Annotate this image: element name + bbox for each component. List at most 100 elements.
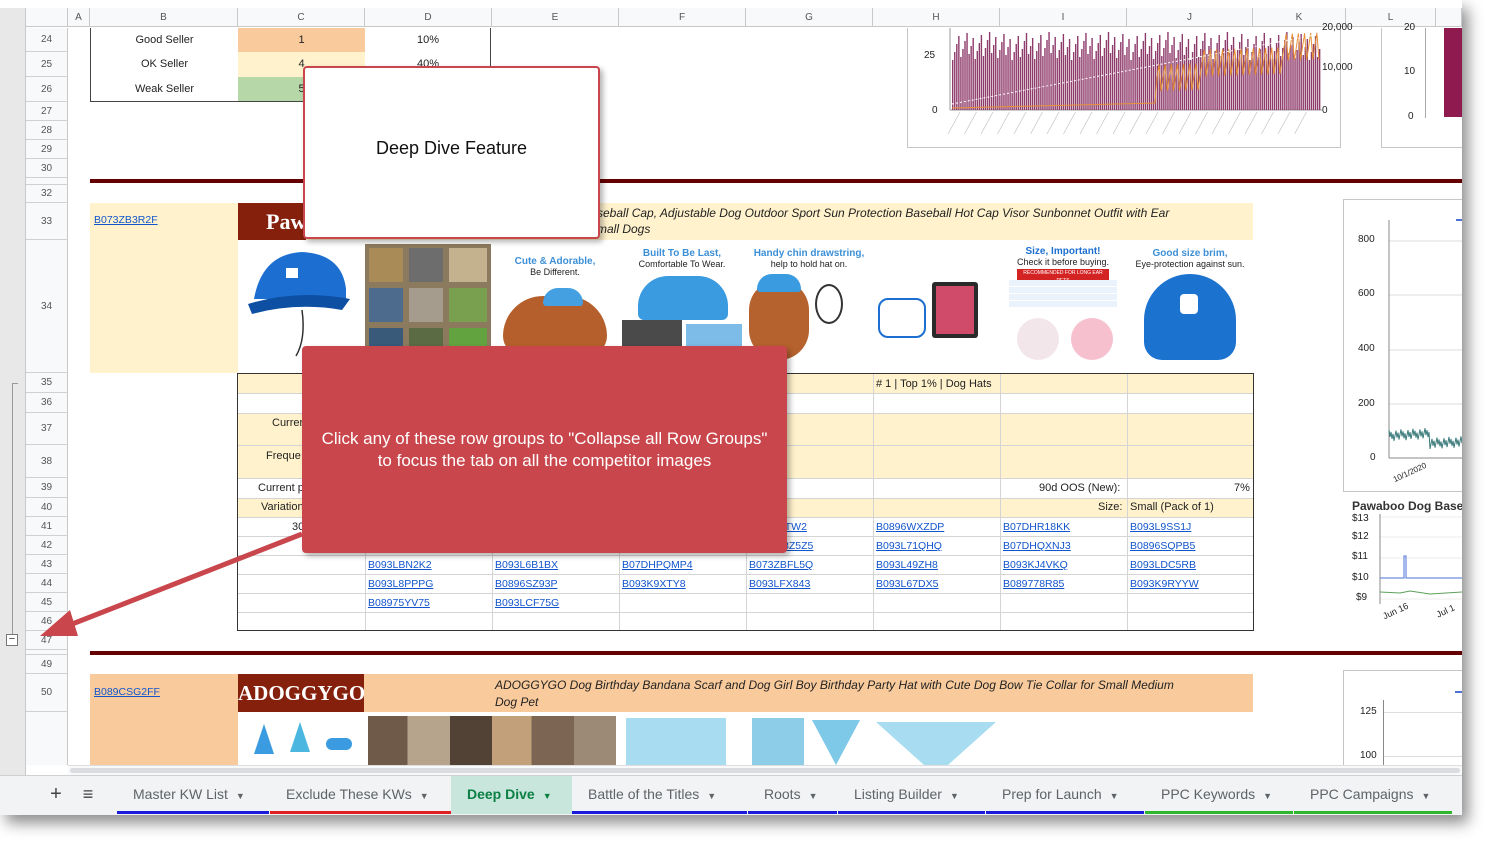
row-header[interactable]: 34 xyxy=(26,240,68,373)
dog-photos-image[interactable] xyxy=(368,716,616,765)
horizontal-scrollbar[interactable] xyxy=(68,765,1462,775)
tab-dropdown-icon[interactable]: ▼ xyxy=(236,791,245,801)
tab-dropdown-icon[interactable]: ▼ xyxy=(950,791,959,801)
row-header[interactable]: 49 xyxy=(26,655,68,674)
asin-link[interactable]: B093K9XTY8 xyxy=(622,578,686,590)
asin-cell-1[interactable] xyxy=(90,203,238,373)
birthday-banner-image[interactable] xyxy=(626,718,726,765)
select-all-corner[interactable] xyxy=(26,8,68,27)
row-header[interactable]: 43 xyxy=(26,555,68,574)
asin-link[interactable]: B093L49ZH8 xyxy=(876,559,938,571)
asin-link[interactable]: B093KJ4VKQ xyxy=(1003,559,1068,571)
row-header[interactable]: 37 xyxy=(26,413,68,445)
row-header[interactable]: 25 xyxy=(26,52,68,77)
row-header[interactable]: 28 xyxy=(26,121,68,140)
tab-exclude-kws[interactable]: Exclude These KWs ▼ xyxy=(270,776,451,814)
asin-link-1[interactable]: B073ZB3R2F xyxy=(94,214,158,226)
all-sheets-button[interactable]: ≡ xyxy=(76,782,100,808)
size-chart-image[interactable]: Size, Important! Check it before buying.… xyxy=(1003,244,1123,369)
row-header[interactable]: 41 xyxy=(26,517,68,536)
tab-dropdown-icon[interactable]: ▼ xyxy=(543,791,552,801)
asin-link[interactable]: B07DHPQMP4 xyxy=(622,559,693,571)
asin-link[interactable]: B07DHQXNJ3 xyxy=(1003,540,1071,552)
asin-link[interactable]: B089778R85 xyxy=(1003,578,1064,590)
size-value[interactable]: Small (Pack of 1) xyxy=(1130,501,1214,513)
row-header[interactable]: 26 xyxy=(26,77,68,102)
scrollbar-thumb[interactable] xyxy=(70,768,1460,773)
tab-dropdown-icon[interactable]: ▼ xyxy=(1110,791,1119,801)
row-header[interactable]: 45 xyxy=(26,593,68,612)
col-header-b[interactable]: B xyxy=(90,8,238,27)
row-header[interactable] xyxy=(26,712,68,765)
tab-dropdown-icon[interactable]: ▼ xyxy=(1422,791,1431,801)
asin-link-2[interactable]: B089CSG2FF xyxy=(94,686,160,698)
row-header[interactable]: 35 xyxy=(26,373,68,393)
asin-link[interactable]: B093L6B1BX xyxy=(495,559,558,571)
row-header[interactable]: 36 xyxy=(26,393,68,413)
tab-dropdown-icon[interactable]: ▼ xyxy=(809,791,818,801)
asin-link[interactable]: B0896SZ93P xyxy=(495,578,557,590)
collapse-row-group-button[interactable]: − xyxy=(6,634,18,646)
asin-link[interactable]: B093K9RYYW xyxy=(1130,578,1199,590)
tab-roots[interactable]: Roots ▼ xyxy=(748,776,837,814)
row-header[interactable]: 29 xyxy=(26,140,68,159)
tab-dropdown-icon[interactable]: ▼ xyxy=(707,791,716,801)
asin-link[interactable]: B07DHR18KK xyxy=(1003,521,1070,533)
row-header[interactable]: 50 xyxy=(26,674,68,712)
col-header-h[interactable]: H xyxy=(873,8,1000,27)
tab-ppc-keywords[interactable]: PPC Keywords ▼ xyxy=(1145,776,1293,814)
asin-link[interactable]: B093L8PPPG xyxy=(368,578,433,590)
add-sheet-button[interactable]: + xyxy=(44,782,68,808)
tab-battle-of-titles[interactable]: Battle of the Titles ▼ xyxy=(572,776,747,814)
row-header[interactable]: 46 xyxy=(26,612,68,631)
asin-link[interactable]: B093L67DX5 xyxy=(876,578,938,590)
row-header[interactable]: 30 xyxy=(26,159,68,178)
col-header-c[interactable]: C xyxy=(238,8,365,27)
asin-link[interactable]: B093L9SS1J xyxy=(1130,521,1191,533)
col-header-d[interactable]: D xyxy=(365,8,492,27)
tab-listing-builder[interactable]: Listing Builder ▼ xyxy=(838,776,985,814)
row-header[interactable]: 47 xyxy=(26,631,68,650)
row-header[interactable]: 39 xyxy=(26,478,68,498)
asin-link[interactable]: B093LBN2K2 xyxy=(368,559,432,571)
row-header[interactable]: 38 xyxy=(26,445,68,478)
oos-value[interactable]: 7% xyxy=(1234,482,1250,494)
row-header[interactable]: 32 xyxy=(26,185,68,203)
col-header-f[interactable]: F xyxy=(619,8,746,27)
col-header-a[interactable]: A xyxy=(68,8,90,27)
tab-prep-for-launch[interactable]: Prep for Launch ▼ xyxy=(986,776,1144,814)
col-header-m[interactable] xyxy=(1436,8,1462,27)
good-seller-pct[interactable]: 10% xyxy=(365,28,491,52)
tab-ppc-campaigns[interactable]: PPC Campaigns ▼ xyxy=(1294,776,1452,814)
sales-history-chart[interactable] xyxy=(907,28,1341,148)
col-header-i[interactable]: I xyxy=(1000,8,1127,27)
tab-deep-dive[interactable]: Deep Dive ▼ xyxy=(451,776,572,814)
asin-link[interactable]: B08975YV75 xyxy=(368,597,430,609)
good-seller-count[interactable]: 1 xyxy=(238,28,365,52)
col-header-j[interactable]: J xyxy=(1127,8,1253,27)
row-header[interactable]: 33 xyxy=(26,203,68,240)
row-header[interactable]: 42 xyxy=(26,536,68,555)
tab-master-kw-list[interactable]: Master KW List ▼ xyxy=(117,776,269,814)
tab-dropdown-icon[interactable]: ▼ xyxy=(1263,791,1272,801)
row-header[interactable]: 27 xyxy=(26,102,68,121)
asin-link[interactable]: B093LCF75G xyxy=(495,597,559,609)
party-hat-image[interactable] xyxy=(246,718,358,765)
row-header[interactable]: 40 xyxy=(26,498,68,517)
tab-dropdown-icon[interactable]: ▼ xyxy=(420,791,429,801)
birthday-card-image[interactable] xyxy=(752,718,804,765)
asin-link[interactable]: B0896WXZDP xyxy=(876,521,944,533)
asin-link[interactable]: 8Z5Z5 xyxy=(783,540,813,552)
col-header-l[interactable]: L xyxy=(1346,8,1436,27)
asin-link[interactable]: B093LDC5RB xyxy=(1130,559,1196,571)
col-header-e[interactable]: E xyxy=(492,8,619,27)
tablet-image[interactable] xyxy=(876,244,996,369)
row-header[interactable]: 44 xyxy=(26,574,68,593)
asin-link[interactable]: B093LFX843 xyxy=(749,578,810,590)
bandana-image[interactable] xyxy=(812,720,860,765)
asin-link[interactable]: B073ZBFL5Q xyxy=(749,559,813,571)
good-size-brim-image[interactable]: Good size brim, Eye-protection against s… xyxy=(1130,244,1250,369)
row-header[interactable]: 24 xyxy=(26,28,68,52)
col-header-g[interactable]: G xyxy=(746,8,873,27)
asin-link[interactable]: B093L71QHQ xyxy=(876,540,942,552)
